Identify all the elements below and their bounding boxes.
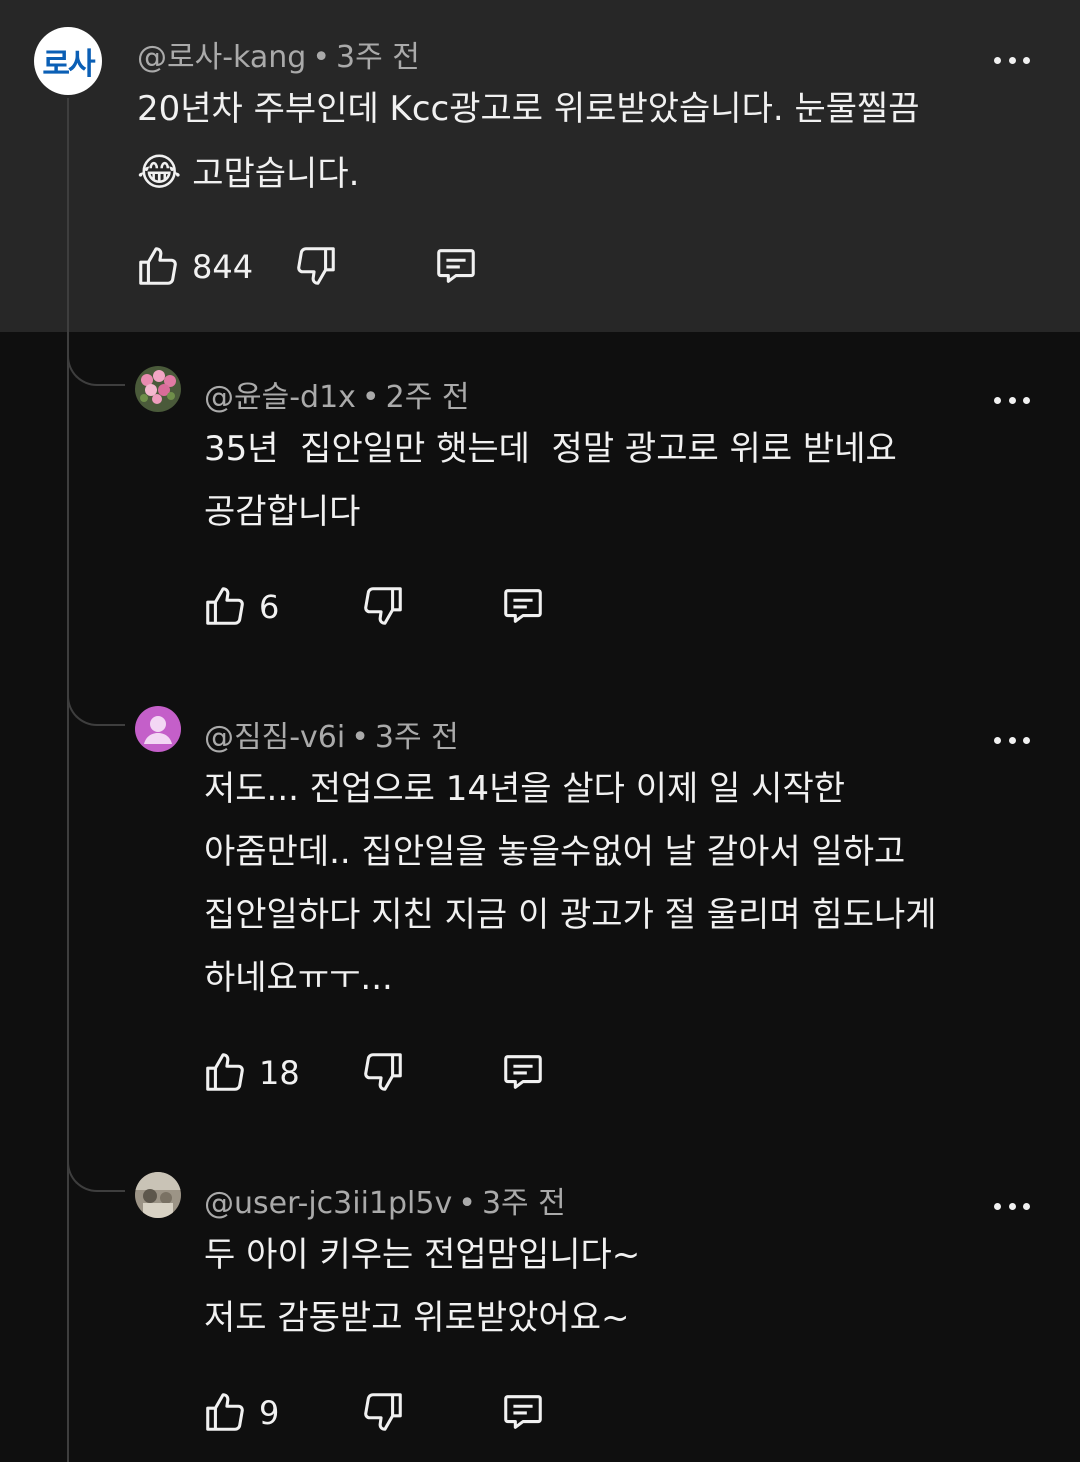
reply-icon[interactable] [500,1049,546,1095]
comment-meta: @user-jc3ii1pl5v • 3주 전 [204,1186,566,1221]
reply-icon[interactable] [433,243,479,289]
comment-text-line: 저도 감동받고 위로받았어요~ [204,1298,630,1338]
comment-author[interactable]: @로사-kang [137,40,306,75]
comment-time[interactable]: 3주 전 [482,1186,566,1221]
avatar[interactable] [135,366,181,412]
comment-text-line: 저도... 전업으로 14년을 살다 이제 일 시작한 [204,769,846,809]
thread-branch [67,684,125,726]
comment-text-line: 집안일하다 지친 지금 이 광고가 절 울리며 힘도나게 [204,895,937,935]
reply-icon[interactable] [500,583,546,629]
thread-branch [67,344,125,386]
thumbs-up-icon[interactable] [202,1049,248,1095]
comment-text-line: 20년차 주부인데 Kcc광고로 위로받았습니다. 눈물찔끔 [137,89,920,129]
comment-author[interactable]: @윤슬-d1x [204,380,356,415]
more-dots-icon[interactable] [994,54,1030,66]
comment-thread: 로사 @로사-kang • 3주 전 20년차 주부인데 Kcc광고로 위로받았습니… [0,0,1080,1462]
comment-text: 고맙습니다. [181,154,360,194]
comment-meta: @로사-kang • 3주 전 [137,40,420,75]
comment-meta: @짐짐-v6i • 3주 전 [204,720,459,755]
thumbs-down-icon[interactable] [360,1389,406,1435]
laughing-emoji: 😂 [137,150,182,194]
like-count: 9 [259,1394,280,1432]
comment-time[interactable]: 3주 전 [336,40,420,75]
comment-author[interactable]: @짐짐-v6i [204,720,345,755]
avatar[interactable] [135,706,181,752]
more-dots-icon[interactable] [994,734,1030,746]
comment-author[interactable]: @user-jc3ii1pl5v [204,1186,452,1221]
thread-line [67,98,69,1462]
thumbs-down-icon[interactable] [360,1049,406,1095]
comment-text-line: 공감합니다 [204,492,361,532]
comment-text-line: 아줌만데.. 집안일을 놓을수없어 날 갈아서 일하고 [204,832,906,872]
like-count: 18 [259,1054,300,1092]
like-count: 6 [259,588,280,626]
thumbs-up-icon[interactable] [202,583,248,629]
comment-text-line: 35년 집안일만 햇는데 정말 광고로 위로 받네요 [204,429,897,469]
avatar-text: 로사 [42,47,95,82]
reply-icon[interactable] [500,1389,546,1435]
thumbs-up-icon[interactable] [202,1389,248,1435]
comment-time[interactable]: 2주 전 [386,380,470,415]
avatar[interactable]: 로사 [34,27,102,95]
more-dots-icon[interactable] [994,1200,1030,1212]
thumbs-down-icon[interactable] [293,243,339,289]
comment-meta: @윤슬-d1x • 2주 전 [204,380,470,415]
more-dots-icon[interactable] [994,394,1030,406]
comment-text-line: 두 아이 키우는 전업맘입니다~ [204,1235,641,1275]
comment-text-line: 하네요ㅠㅜ... [204,958,393,998]
thumbs-up-icon[interactable] [135,243,181,289]
avatar[interactable] [135,1172,181,1218]
like-count: 844 [192,248,254,286]
thread-branch [67,1150,125,1192]
comment-text-line: 😂 고맙습니다. [137,141,359,206]
thumbs-down-icon[interactable] [360,583,406,629]
comment-time[interactable]: 3주 전 [375,720,459,755]
